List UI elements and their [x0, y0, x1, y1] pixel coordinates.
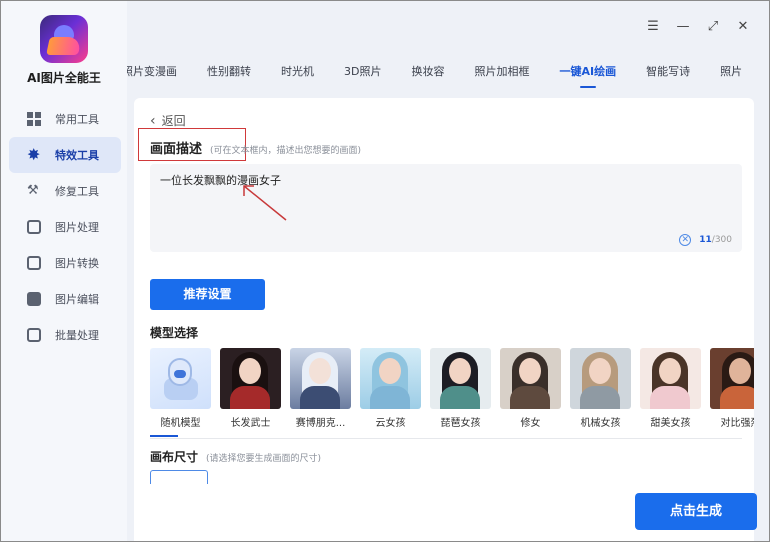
tab-photo-more[interactable]: 照片 [705, 53, 757, 91]
app-window: AI图片全能王 常用工具 ✸ 特效工具 ⚒ 修复工具 图片处理 图片转换 图片编… [0, 0, 770, 542]
sidebar-item-label: 常用工具 [55, 113, 99, 126]
model-thumbnail [290, 348, 351, 409]
sidebar-item-image-convert[interactable]: 图片转换 [9, 245, 121, 281]
back-label: 返回 [161, 114, 186, 128]
model-sweet-girl[interactable]: 甜美女孩 [640, 348, 701, 438]
divider [150, 438, 742, 439]
tab-smart-poem[interactable]: 智能写诗 [631, 53, 705, 91]
model-selected-indicator [150, 435, 178, 437]
model-thumbnail [360, 348, 421, 409]
model-name: 琵琶女孩 [440, 418, 481, 429]
model-name: 修女 [520, 418, 541, 429]
chevron-left-icon: ‹ [150, 112, 156, 129]
model-thumbnail [570, 348, 631, 409]
sidebar-item-batch-process[interactable]: 批量处理 [9, 317, 121, 353]
tab-makeup[interactable]: 换妆容 [396, 53, 459, 91]
star-icon: ✸ [27, 145, 41, 164]
sidebar-item-label: 特效工具 [55, 149, 99, 162]
main-panel: ‹ 返回 画面描述 (可在文本框内，描述出您想要的画面) 一位长发飘飘的漫画女子 … [134, 98, 754, 541]
description-title-text: 画面描述 [150, 142, 203, 157]
model-long-hair-samurai[interactable]: 长发武士 [220, 348, 281, 438]
model-thumbnail [710, 348, 754, 409]
window-controls: ☰ — ⤢ ✕ [645, 19, 751, 35]
description-title: 画面描述 (可在文本框内，描述出您想要的画面) [150, 138, 361, 157]
sidebar-item-label: 图片处理 [55, 221, 99, 234]
feature-tabs: 照片变漫画 性别翻转 时光机 3D照片 换妆容 照片加相框 一键AI绘画 智能写… [127, 53, 769, 91]
model-thumbnail [150, 348, 211, 409]
tab-ai-painting[interactable]: 一键AI绘画 [544, 53, 631, 91]
model-thumbnail [430, 348, 491, 409]
generate-button[interactable]: 点击生成 [635, 493, 757, 530]
clear-icon[interactable]: ✕ [679, 234, 692, 246]
edit-icon [27, 292, 41, 306]
model-cloud-girl[interactable]: 云女孩 [360, 348, 421, 438]
minimize-icon[interactable]: — [675, 19, 691, 35]
sidebar-item-label: 图片编辑 [55, 293, 99, 306]
model-list: 随机模型 长发武士 赛博朋克... 云女孩 琵琶女孩 修女 机械女孩 甜美女孩 … [150, 348, 754, 438]
sidebar-item-common-tools[interactable]: 常用工具 [9, 101, 121, 137]
canvas-size-hint: (请选择您要生成画面的尺寸) [206, 454, 322, 464]
model-random[interactable]: 随机模型 [150, 348, 211, 438]
close-icon[interactable]: ✕ [735, 19, 751, 35]
sidebar-item-label: 图片转换 [55, 257, 99, 270]
model-high-contrast[interactable]: 对比强烈 [710, 348, 754, 438]
app-logo-icon [40, 15, 88, 63]
model-select-title: 模型选择 [150, 326, 199, 340]
grid-icon [27, 112, 41, 126]
model-pipa-girl[interactable]: 琵琶女孩 [430, 348, 491, 438]
model-nun[interactable]: 修女 [500, 348, 561, 438]
tab-photo-frame[interactable]: 照片加相框 [459, 53, 544, 91]
model-cyberpunk[interactable]: 赛博朋克... [290, 348, 351, 438]
recommend-settings-button[interactable]: 推荐设置 [150, 279, 265, 310]
description-hint: (可在文本框内，描述出您想要的画面) [210, 146, 362, 156]
menu-icon[interactable]: ☰ [645, 19, 661, 35]
sidebar-item-label: 修复工具 [55, 185, 99, 198]
sidebar-item-repair-tools[interactable]: ⚒ 修复工具 [9, 173, 121, 209]
model-name: 对比强烈 [720, 418, 755, 429]
magic-wand-icon: ⚒ [27, 183, 39, 198]
sidebar-item-image-edit[interactable]: 图片编辑 [9, 281, 121, 317]
model-name: 甜美女孩 [650, 418, 691, 429]
title-bar: ☰ — ⤢ ✕ [127, 1, 769, 53]
upload-icon [27, 328, 41, 342]
sidebar-item-image-processing[interactable]: 图片处理 [9, 209, 121, 245]
model-name: 机械女孩 [580, 418, 621, 429]
char-count-current: 11 [699, 235, 712, 245]
model-thumbnail [640, 348, 701, 409]
maximize-icon[interactable]: ⤢ [705, 19, 721, 35]
canvas-size-option[interactable] [150, 470, 208, 484]
char-count-max: /300 [711, 235, 732, 245]
model-mech-girl[interactable]: 机械女孩 [570, 348, 631, 438]
model-name: 长发武士 [230, 418, 271, 429]
model-name: 云女孩 [375, 418, 406, 429]
convert-icon [27, 256, 41, 270]
tab-time-machine[interactable]: 时光机 [266, 53, 329, 91]
sidebar: AI图片全能王 常用工具 ✸ 特效工具 ⚒ 修复工具 图片处理 图片转换 图片编… [1, 1, 127, 541]
image-icon [27, 220, 41, 234]
tab-photo-to-comic[interactable]: 照片变漫画 [127, 53, 192, 91]
char-counter: ✕ 11 /300 [679, 234, 732, 246]
sidebar-item-label: 批量处理 [55, 329, 99, 342]
model-thumbnail [220, 348, 281, 409]
sidebar-nav: 常用工具 ✸ 特效工具 ⚒ 修复工具 图片处理 图片转换 图片编辑 批量处理 [9, 101, 121, 353]
model-name: 赛博朋克... [295, 418, 346, 429]
tab-3d-photo[interactable]: 3D照片 [329, 53, 396, 91]
app-name: AI图片全能王 [27, 71, 101, 85]
model-name: 随机模型 [160, 418, 201, 429]
canvas-size-title-text: 画布尺寸 [150, 450, 199, 464]
tab-gender-swap[interactable]: 性别翻转 [192, 53, 266, 91]
back-button[interactable]: ‹ 返回 [150, 112, 186, 129]
model-thumbnail [500, 348, 561, 409]
canvas-size-title: 画布尺寸 (请选择您要生成画面的尺寸) [150, 448, 321, 465]
annotation-arrow-icon [243, 185, 287, 221]
sidebar-item-effects-tools[interactable]: ✸ 特效工具 [9, 137, 121, 173]
